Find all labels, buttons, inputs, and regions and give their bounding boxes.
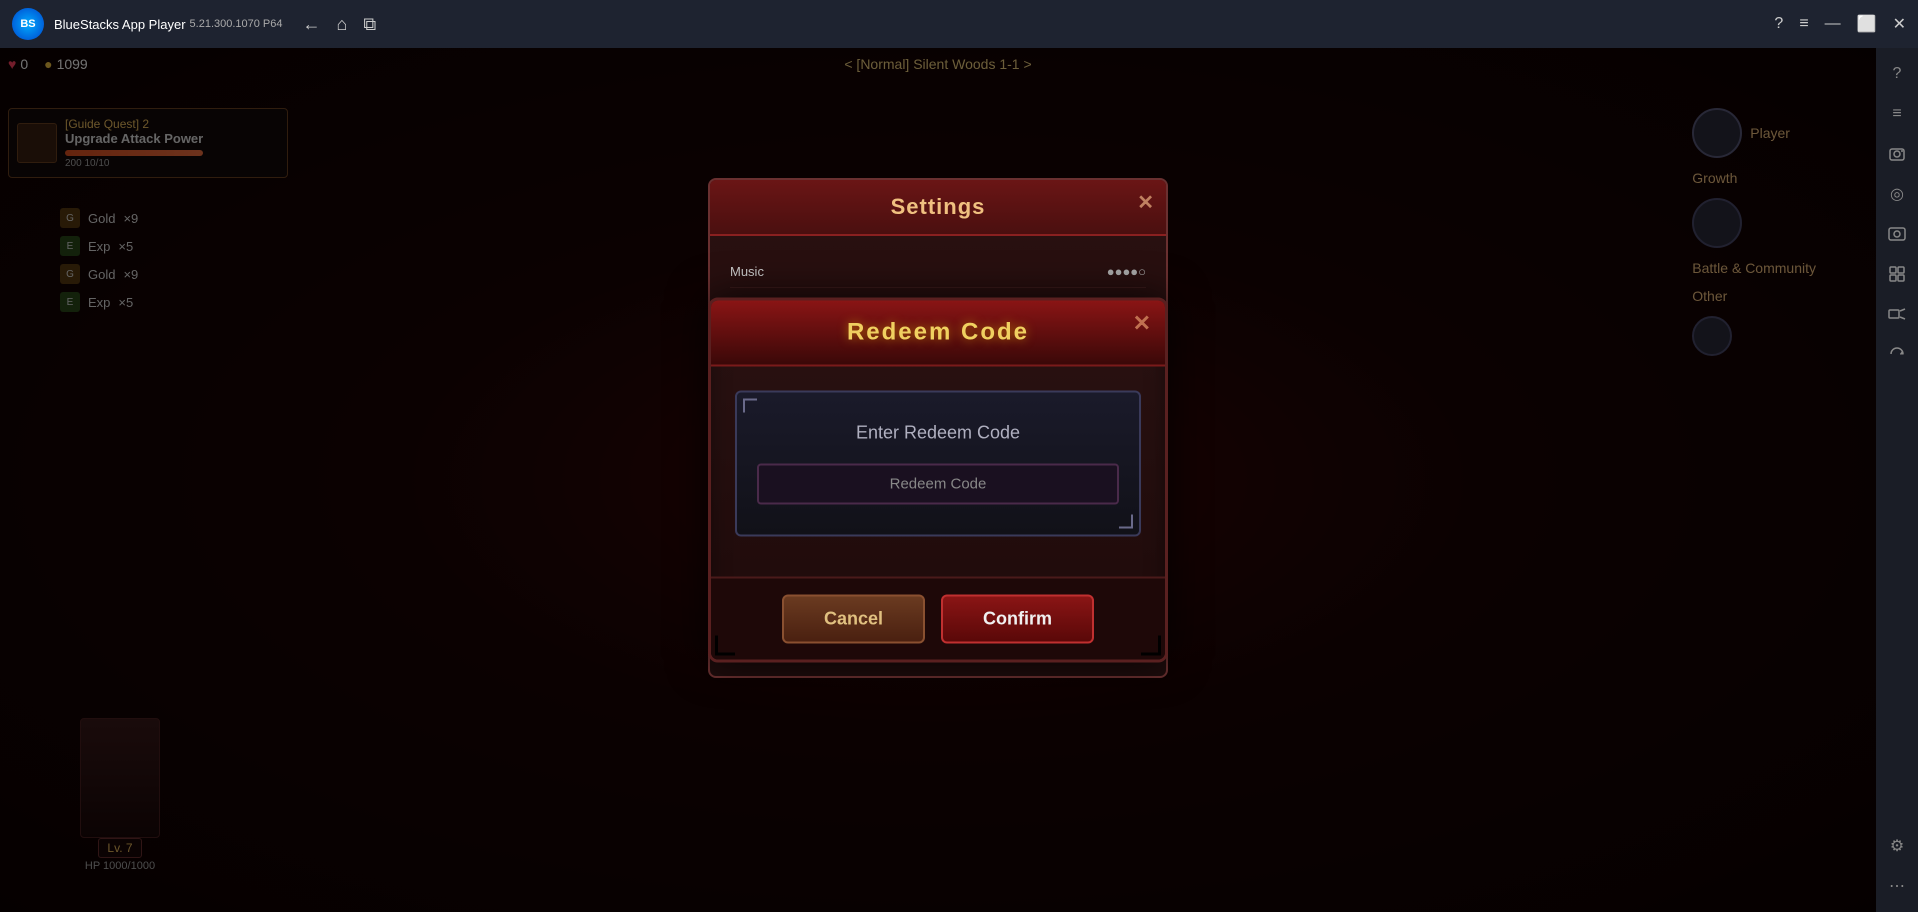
redeem-title: Redeem Code xyxy=(847,319,1029,346)
sidebar-btn-0[interactable]: ? xyxy=(1879,56,1915,92)
multi-button[interactable]: ⧉ xyxy=(363,14,376,35)
settings-close-button[interactable]: ✕ xyxy=(1137,190,1154,215)
redeem-input-area: Enter Redeem Code xyxy=(735,391,1141,537)
app-name: BlueStacks App Player xyxy=(54,17,186,32)
window-controls: ? ≡ — ⬜ ✕ xyxy=(1774,14,1906,34)
close-button[interactable]: ✕ xyxy=(1893,14,1906,34)
redeem-code-input[interactable] xyxy=(757,464,1119,505)
corner-decoration-bl xyxy=(715,636,735,656)
home-button[interactable]: ⌂ xyxy=(337,14,348,35)
settings-row: Music ●●●●○ xyxy=(730,256,1146,288)
sidebar-btn-vol[interactable] xyxy=(1879,296,1915,332)
maximize-button[interactable]: ⬜ xyxy=(1857,14,1877,34)
redeem-close-button[interactable]: ✕ xyxy=(1133,313,1151,335)
minimize-button[interactable]: — xyxy=(1825,15,1841,33)
sidebar-btn-camera[interactable] xyxy=(1879,136,1915,172)
sidebar-btn-photo[interactable] xyxy=(1879,216,1915,252)
app-logo: BS xyxy=(12,8,44,40)
title-bar: BS BlueStacks App Player 5.21.300.1070 P… xyxy=(0,0,1918,48)
game-background: ♥ 0 ● 1099 < [Normal] Silent Woods 1-1 >… xyxy=(0,48,1876,912)
sidebar-btn-rotate[interactable] xyxy=(1879,336,1915,372)
confirm-button[interactable]: Confirm xyxy=(941,595,1094,644)
redeem-header: Redeem Code ✕ xyxy=(711,301,1165,367)
back-button[interactable]: ← xyxy=(303,14,321,35)
settings-header: Settings ✕ xyxy=(710,180,1166,236)
settings-title: Settings xyxy=(891,194,986,219)
help-button[interactable]: ? xyxy=(1774,15,1783,33)
menu-button[interactable]: ≡ xyxy=(1799,15,1808,33)
sidebar-btn-more[interactable]: ⋯ xyxy=(1879,868,1915,904)
redeem-footer: Cancel Confirm xyxy=(711,577,1165,660)
redeem-placeholder-text: Enter Redeem Code xyxy=(757,423,1119,444)
cancel-button[interactable]: Cancel xyxy=(782,595,925,644)
sidebar-btn-circle[interactable]: ◎ xyxy=(1879,176,1915,212)
app-version: 5.21.300.1070 P64 xyxy=(190,18,283,30)
redeem-body: Enter Redeem Code xyxy=(711,367,1165,577)
nav-buttons: ← ⌂ ⧉ xyxy=(303,14,377,35)
sidebar-btn-settings[interactable]: ⚙ xyxy=(1879,828,1915,864)
sidebar-btn-1[interactable]: ≡ xyxy=(1879,96,1915,132)
sidebar-btn-scale[interactable] xyxy=(1879,256,1915,292)
right-sidebar: ? ≡ ◎ ⚙ ⋯ xyxy=(1876,48,1918,912)
corner-decoration-br xyxy=(1141,636,1161,656)
redeem-code-modal: Redeem Code ✕ Enter Redeem Code Cancel C… xyxy=(708,298,1168,663)
